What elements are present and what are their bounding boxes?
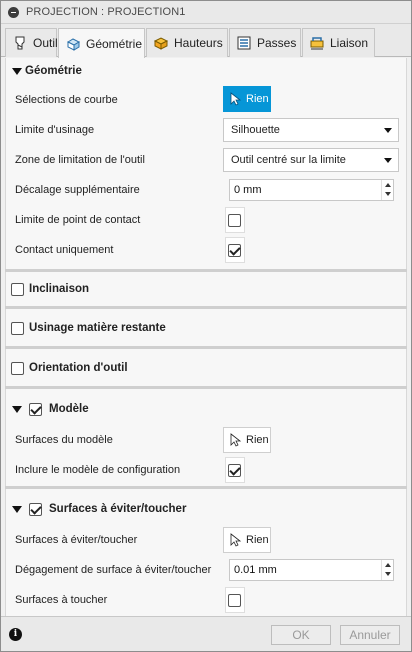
tool-orientation-header[interactable]: Orientation d'outil [6, 356, 406, 380]
tab-hauteurs[interactable]: Hauteurs [146, 28, 228, 57]
curve-selections-button[interactable]: Rien [223, 86, 271, 112]
spin-down-icon[interactable] [385, 192, 391, 196]
contact-only-row: Contact uniquement [6, 235, 406, 265]
tab-geometrie[interactable]: Géométrie [58, 28, 145, 58]
cancel-button[interactable]: Annuler [340, 625, 400, 645]
model-surfaces-button[interactable]: Rien [223, 427, 271, 453]
clearance-field[interactable]: 0.01 mm [229, 559, 394, 581]
contact-point-limit-checkbox[interactable] [228, 214, 241, 227]
clearance-stepper[interactable] [381, 560, 393, 580]
geometry-header[interactable]: Géométrie [6, 59, 406, 83]
geometry-tab-icon [65, 36, 81, 52]
chevron-down-icon [384, 158, 392, 163]
model-checkbox[interactable] [29, 402, 42, 416]
touch-surfaces-label: Surfaces à toucher [15, 594, 108, 606]
dialog-footer: i OK Annuler [1, 616, 411, 651]
rest-machining-header[interactable]: Usinage matière restante [6, 316, 406, 340]
tool-tab-icon [12, 35, 28, 51]
avoid-touch-panel: Surfaces à éviter/toucher Surfaces à évi… [5, 489, 407, 616]
tab-label: Passes [257, 36, 297, 50]
curve-selections-row: Sélections de courbe Rien [6, 85, 406, 115]
select-cursor-icon [230, 533, 242, 547]
avoid-touch-surfaces-row: Surfaces à éviter/toucher Rien [6, 525, 406, 555]
tab-passes[interactable]: Passes [229, 28, 301, 57]
tool-containment-dropdown[interactable]: Outil centré sur la limite [223, 148, 399, 172]
spin-down-icon[interactable] [385, 572, 391, 576]
tab-label: Outil [33, 36, 58, 50]
model-surfaces-label: Surfaces du modèle [15, 434, 113, 446]
avoid-touch-header[interactable]: Surfaces à éviter/toucher [6, 497, 406, 521]
contact-point-limit-label: Limite de point de contact [15, 214, 141, 226]
tool-orientation-panel: Orientation d'outil [5, 349, 407, 386]
include-setup-model-checkbox[interactable] [228, 464, 241, 477]
dialog-window: PROJECTION : PROJECTION1 Outil Géométrie… [0, 0, 412, 652]
spin-up-icon[interactable] [385, 563, 391, 567]
contact-point-limit-row: Limite de point de contact [6, 205, 406, 235]
rest-machining-panel: Usinage matière restante [5, 309, 407, 346]
tab-label: Hauteurs [174, 36, 223, 50]
model-panel: Modèle Surfaces du modèle Rien Inclure l… [5, 389, 407, 486]
dialog-title: PROJECTION : PROJECTION1 [26, 6, 186, 18]
tab-label: Liaison [330, 36, 369, 50]
tab-liaison[interactable]: Liaison [302, 28, 375, 57]
section-title: Orientation d'outil [29, 362, 128, 374]
tool-containment-label: Zone de limitation de l'outil [15, 154, 145, 166]
section-title: Inclinaison [29, 283, 90, 295]
info-icon[interactable]: i [9, 628, 22, 641]
rest-machining-checkbox[interactable] [11, 321, 24, 335]
select-cursor-icon [230, 433, 242, 447]
contact-only-label: Contact uniquement [15, 244, 114, 256]
clearance-row: Dégagement de surface à éviter/toucher 0… [6, 555, 406, 585]
collapse-triangle-icon[interactable] [12, 505, 22, 513]
section-title: Modèle [49, 403, 89, 415]
collapse-triangle-icon[interactable] [12, 405, 22, 413]
machining-limit-label: Limite d'usinage [15, 124, 95, 136]
tool-containment-row: Zone de limitation de l'outil Outil cent… [6, 145, 406, 175]
tab-label: Géométrie [86, 36, 143, 51]
passes-tab-icon [236, 35, 252, 51]
avoid-touch-surfaces-label: Surfaces à éviter/toucher [15, 534, 138, 546]
spin-up-icon[interactable] [385, 183, 391, 187]
machining-limit-row: Limite d'usinage Silhouette [6, 115, 406, 145]
machining-limit-dropdown[interactable]: Silhouette [223, 118, 399, 142]
chevron-down-icon [384, 128, 392, 133]
minimize-icon[interactable] [8, 6, 19, 18]
include-setup-model-row: Inclure le modèle de configuration [6, 455, 406, 485]
title-bar: PROJECTION : PROJECTION1 [1, 1, 411, 24]
section-title: Surfaces à éviter/toucher [49, 503, 187, 515]
tilt-checkbox[interactable] [11, 282, 24, 296]
avoid-touch-checkbox[interactable] [29, 502, 42, 516]
clearance-label: Dégagement de surface à éviter/toucher [15, 564, 212, 576]
section-title: Géométrie [25, 65, 82, 77]
tilt-panel: Inclinaison [5, 272, 407, 306]
select-cursor-icon [230, 92, 242, 106]
touch-surfaces-row: Surfaces à toucher [6, 585, 406, 615]
heights-tab-icon [153, 35, 169, 51]
contact-only-checkbox[interactable] [228, 244, 241, 257]
collapse-triangle-icon[interactable] [12, 67, 22, 75]
include-setup-model-label: Inclure le modèle de configuration [15, 464, 181, 476]
model-header[interactable]: Modèle [6, 397, 406, 421]
offset-stepper[interactable] [381, 180, 393, 200]
tool-orientation-checkbox[interactable] [11, 361, 24, 375]
additional-offset-row: Décalage supplémentaire 0 mm [6, 175, 406, 205]
ok-button[interactable]: OK [271, 625, 331, 645]
avoid-touch-surfaces-button[interactable]: Rien [223, 527, 271, 553]
additional-offset-field[interactable]: 0 mm [229, 179, 394, 201]
tilt-header[interactable]: Inclinaison [6, 277, 406, 301]
touch-surfaces-checkbox[interactable] [228, 594, 241, 607]
tab-bar: Outil Géométrie Hauteurs Passes Liaison [1, 24, 411, 58]
geometry-panel: Géométrie Sélections de courbe Rien Limi… [5, 58, 407, 269]
additional-offset-label: Décalage supplémentaire [15, 184, 140, 196]
linking-tab-icon [309, 35, 325, 51]
model-surfaces-row: Surfaces du modèle Rien [6, 425, 406, 455]
curve-selections-label: Sélections de courbe [15, 94, 118, 106]
tab-outil[interactable]: Outil [5, 28, 58, 57]
section-title: Usinage matière restante [29, 322, 166, 334]
content-area: Géométrie Sélections de courbe Rien Limi… [1, 58, 411, 616]
